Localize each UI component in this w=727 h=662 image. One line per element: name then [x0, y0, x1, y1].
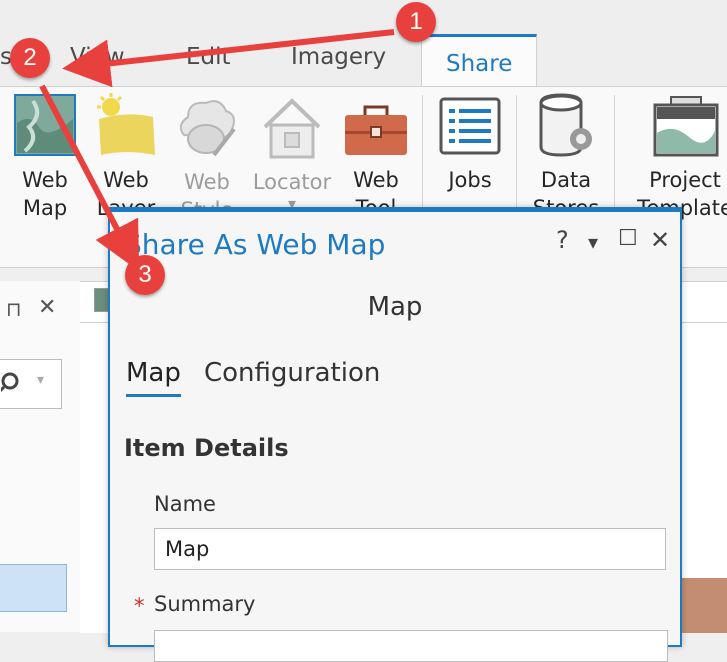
callout-2: 2 — [10, 38, 50, 78]
summary-input[interactable] — [154, 630, 668, 662]
annotation-arrows — [39, 29, 395, 272]
arrow-line — [39, 84, 140, 272]
callout-1: 1 — [396, 2, 436, 42]
arrow-line — [62, 29, 395, 88]
callout-3: 3 — [125, 255, 165, 295]
